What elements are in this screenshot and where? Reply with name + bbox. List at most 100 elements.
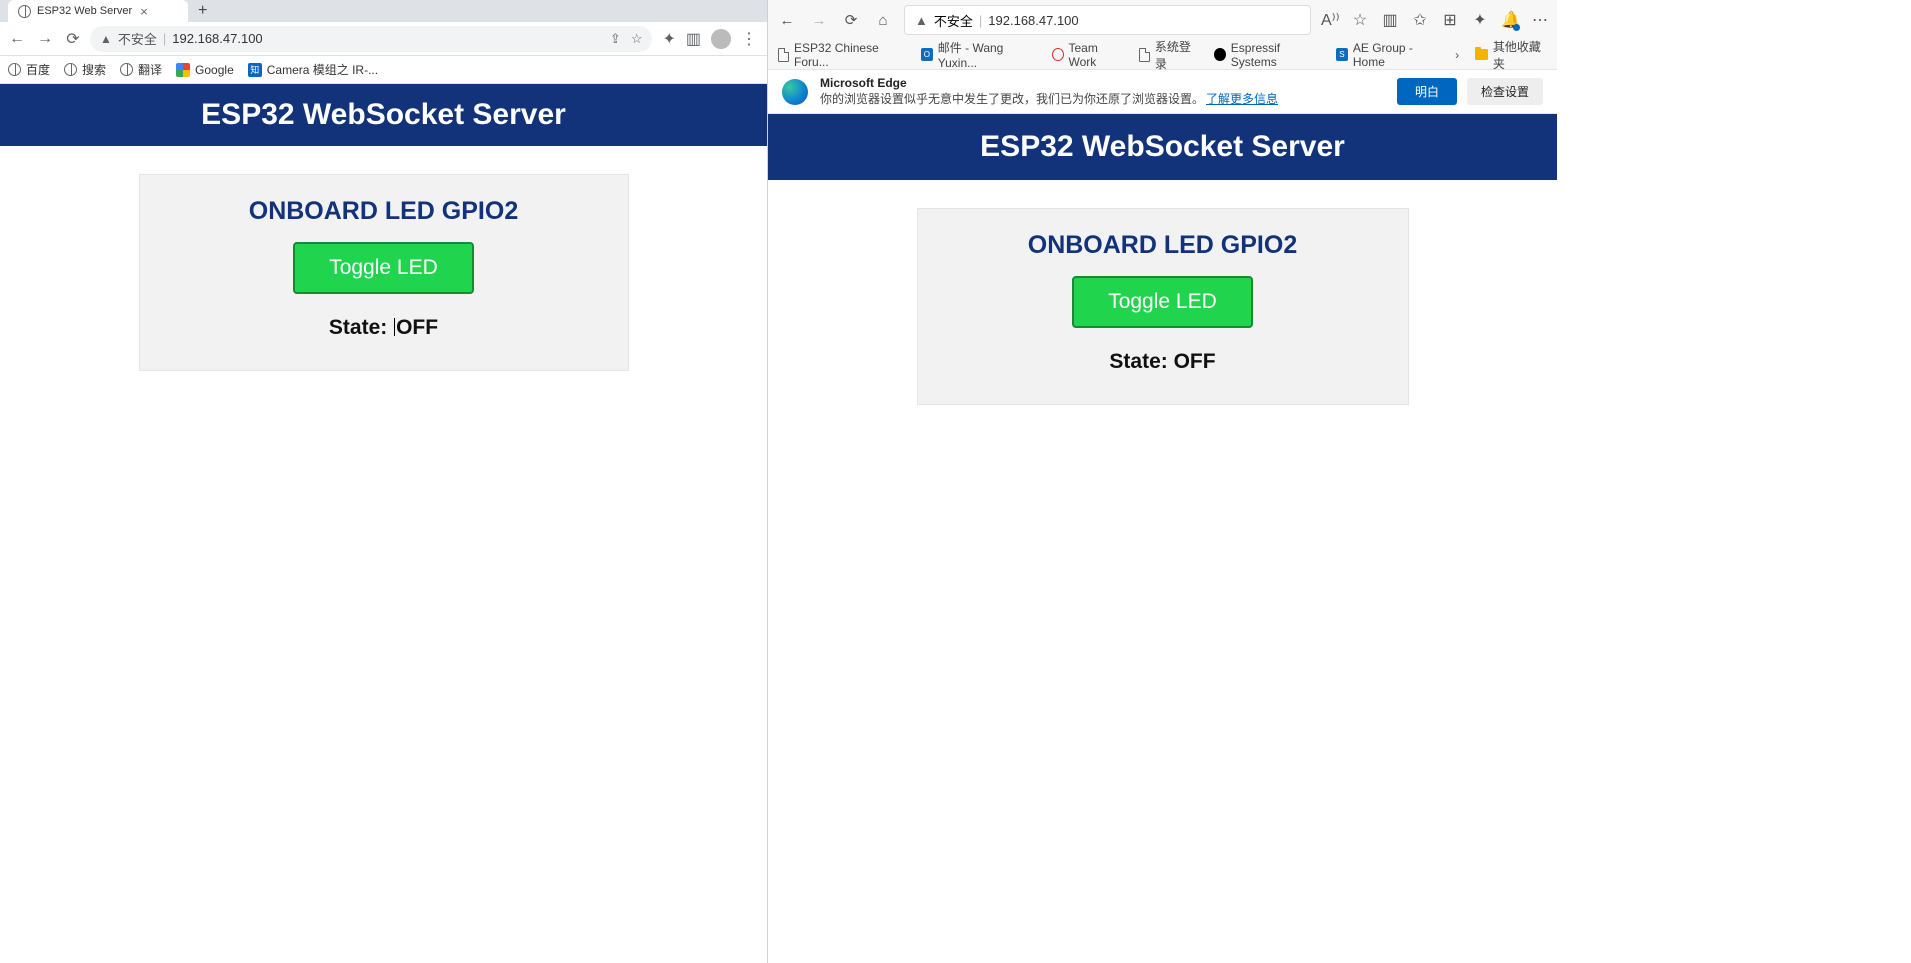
extensions-icon[interactable]: ✦ <box>662 29 675 49</box>
page-icon <box>1139 48 1150 62</box>
bookmark-label: AE Group - Home <box>1353 41 1439 69</box>
globe-icon <box>64 63 77 76</box>
edge-page-content: ESP32 WebSocket Server ONBOARD LED GPIO2… <box>768 114 1557 963</box>
bookmark-syslogin[interactable]: 系统登录 <box>1139 38 1198 72</box>
state-label: State: <box>1109 350 1173 373</box>
globe-icon <box>18 5 31 18</box>
toggle-led-button[interactable]: Toggle LED <box>1072 276 1253 328</box>
bookmark-aegroup[interactable]: S AE Group - Home <box>1336 41 1439 69</box>
edge-info-body: 你的浏览器设置似乎无意中发生了更改，我们已为你还原了浏览器设置。 <box>820 92 1204 108</box>
extensions-icon[interactable]: ✦ <box>1471 10 1489 30</box>
favorites-icon[interactable]: ✩ <box>1411 10 1429 30</box>
read-aloud-icon[interactable]: A⁾⁾ <box>1321 10 1339 30</box>
address-separator: | <box>979 13 982 28</box>
address-separator: | <box>163 31 166 46</box>
panel-icon[interactable]: ▥ <box>686 29 701 49</box>
edge-toolbar-icons: A⁾⁾ ☆ ▥ ✩ ⊞ ✦ 🔔 ⋯ <box>1321 10 1549 30</box>
bookmark-label: Espressif Systems <box>1231 41 1320 69</box>
reload-button[interactable]: ⟳ <box>840 11 862 29</box>
back-button[interactable]: ← <box>776 12 798 29</box>
forward-button[interactable]: → <box>34 28 56 50</box>
globe-icon <box>120 63 133 76</box>
page-icon <box>778 48 789 62</box>
infobar-check-button[interactable]: 检查设置 <box>1467 78 1543 105</box>
bookmark-label: Team Work <box>1069 41 1123 69</box>
split-screen-icon[interactable]: ▥ <box>1381 10 1399 30</box>
card-title: ONBOARD LED GPIO2 <box>938 231 1388 260</box>
page-header: ESP32 WebSocket Server <box>0 84 767 146</box>
bookmark-label: 翻译 <box>138 61 162 78</box>
collections-icon[interactable]: ⊞ <box>1441 10 1459 30</box>
settings-menu-icon[interactable]: ⋯ <box>1531 10 1549 30</box>
card-title: ONBOARD LED GPIO2 <box>160 197 608 226</box>
google-icon <box>176 63 190 77</box>
address-url: 192.168.47.100 <box>172 31 262 46</box>
chrome-tab-strip: ESP32 Web Server × + <box>0 0 767 22</box>
new-tab-button[interactable]: + <box>192 2 213 20</box>
chrome-window: ESP32 Web Server × + ← → ⟳ ▲ 不安全 | 192.1… <box>0 0 768 963</box>
profile-avatar[interactable] <box>711 29 731 49</box>
bookmark-label: 搜索 <box>82 61 106 78</box>
teamwork-icon <box>1052 48 1064 61</box>
edge-info-text: Microsoft Edge 你的浏览器设置似乎无意中发生了更改，我们已为你还原… <box>820 76 1278 107</box>
chrome-bookmarks-bar: 百度 搜索 翻译 Google 知 Camera 模组之 IR-... <box>0 56 767 84</box>
back-button[interactable]: ← <box>6 28 28 50</box>
address-bar[interactable]: ▲ 不安全 | 192.168.47.100 ⇪ ☆ <box>90 26 652 52</box>
bookmarks-overflow-chevron-icon[interactable]: › <box>1455 48 1459 62</box>
toggle-led-button[interactable]: Toggle LED <box>293 242 474 294</box>
sharepoint-icon: S <box>1336 48 1348 61</box>
bookmark-teamwork[interactable]: Team Work <box>1052 41 1123 69</box>
led-control-card: ONBOARD LED GPIO2 Toggle LED State: OFF <box>917 208 1409 405</box>
page-header: ESP32 WebSocket Server <box>768 114 1557 180</box>
chrome-toolbar: ← → ⟳ ▲ 不安全 | 192.168.47.100 ⇪ ☆ ✦ ▥ ⋮ <box>0 22 767 56</box>
folder-icon <box>1475 49 1488 60</box>
kebab-menu-icon[interactable]: ⋮ <box>741 29 757 49</box>
bookmark-label: 其他收藏夹 <box>1493 38 1547 72</box>
reload-button[interactable]: ⟳ <box>62 28 84 50</box>
notifications-icon[interactable]: 🔔 <box>1501 10 1519 30</box>
zhihu-icon: 知 <box>248 63 262 77</box>
led-control-card: ONBOARD LED GPIO2 Toggle LED State: OFF <box>139 174 629 371</box>
edge-window: ← → ⟳ ⌂ ▲ 不安全 | 192.168.47.100 A⁾⁾ ☆ ▥ ✩… <box>768 0 1557 963</box>
home-button[interactable]: ⌂ <box>872 12 894 29</box>
close-icon[interactable]: × <box>138 4 150 19</box>
insecure-label: 不安全 <box>118 29 157 48</box>
edge-bookmarks-bar: ESP32 Chinese Foru... O 邮件 - Wang Yuxin..… <box>768 40 1557 70</box>
bookmark-google[interactable]: Google <box>176 63 234 77</box>
state-value: OFF <box>396 316 438 339</box>
state-text: State: OFF <box>938 350 1388 374</box>
chrome-page-content: ESP32 WebSocket Server ONBOARD LED GPIO2… <box>0 84 767 963</box>
edge-info-title: Microsoft Edge <box>820 76 1278 92</box>
favorites-star-icon[interactable]: ☆ <box>1351 10 1369 30</box>
bookmark-label: ESP32 Chinese Foru... <box>794 41 905 69</box>
share-icon[interactable]: ⇪ <box>610 31 621 47</box>
bookmark-label: 系统登录 <box>1155 38 1198 72</box>
insecure-warning-icon: ▲ <box>100 32 112 46</box>
bookmark-star-icon[interactable]: ☆ <box>631 31 643 47</box>
edge-info-link[interactable]: 了解更多信息 <box>1206 92 1278 108</box>
address-bar[interactable]: ▲ 不安全 | 192.168.47.100 <box>904 5 1311 35</box>
globe-icon <box>8 63 21 76</box>
text-caret <box>394 318 395 336</box>
bookmark-espressif[interactable]: Espressif Systems <box>1214 41 1320 69</box>
forward-button[interactable]: → <box>808 12 830 29</box>
outlook-icon: O <box>921 48 933 61</box>
chrome-tab-active[interactable]: ESP32 Web Server × <box>8 0 188 22</box>
bookmark-esp32-forum[interactable]: ESP32 Chinese Foru... <box>778 41 905 69</box>
bookmark-label: Camera 模组之 IR-... <box>267 61 378 78</box>
address-url: 192.168.47.100 <box>988 13 1078 28</box>
infobar-ok-button[interactable]: 明白 <box>1397 78 1457 105</box>
bookmark-label: 百度 <box>26 61 50 78</box>
state-value: OFF <box>1174 350 1216 373</box>
github-icon <box>1214 48 1226 61</box>
bookmark-other-folder[interactable]: 其他收藏夹 <box>1475 38 1547 72</box>
bookmark-mail[interactable]: O 邮件 - Wang Yuxin... <box>921 39 1036 70</box>
bookmark-baidu[interactable]: 百度 <box>8 61 50 78</box>
bookmark-label: Google <box>195 63 234 77</box>
bookmark-label: 邮件 - Wang Yuxin... <box>938 39 1036 70</box>
insecure-label: 不安全 <box>934 11 973 30</box>
bookmark-sousuo[interactable]: 搜索 <box>64 61 106 78</box>
state-label: State: <box>329 316 393 339</box>
bookmark-camera[interactable]: 知 Camera 模组之 IR-... <box>248 61 378 78</box>
bookmark-fanyi[interactable]: 翻译 <box>120 61 162 78</box>
